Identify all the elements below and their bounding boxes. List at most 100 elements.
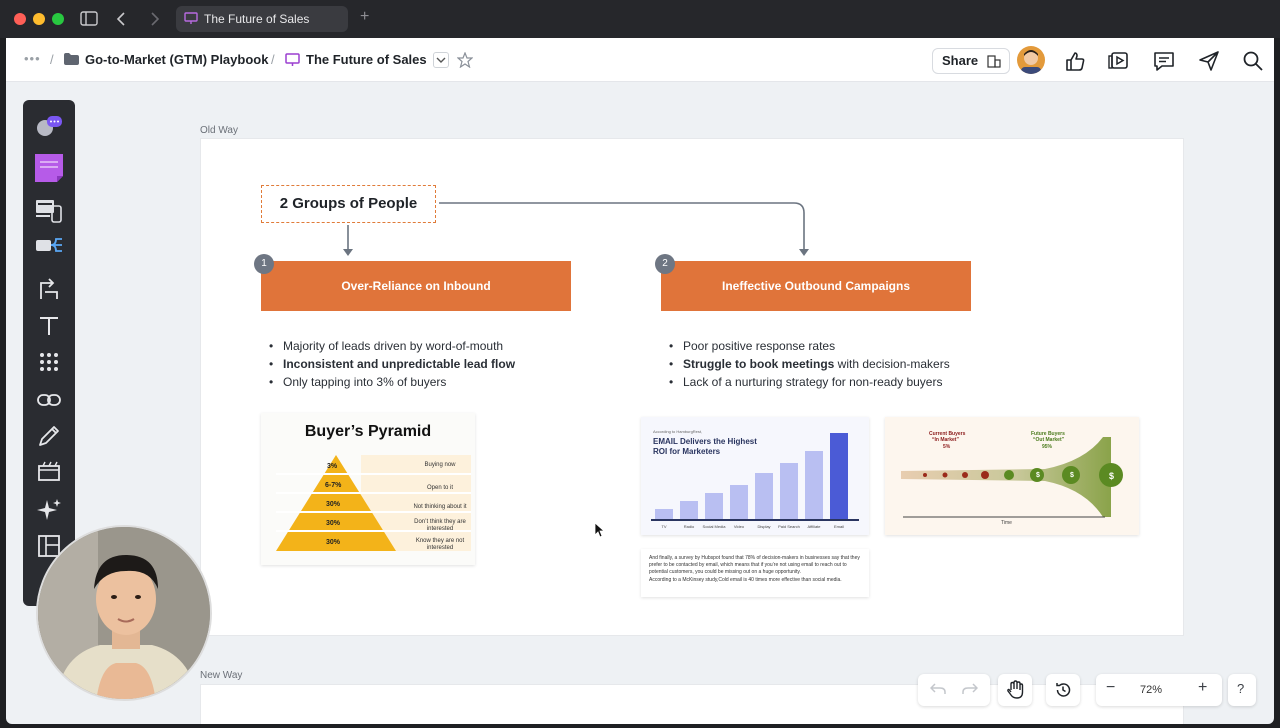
chart-category-label: Social Media	[702, 524, 726, 529]
chart-category-label: Paid Search	[778, 524, 800, 529]
diagram-root-node[interactable]: 2 Groups of People	[261, 185, 436, 223]
top-bar: ••• / Go-to-Market (GTM) Playbook / The …	[6, 38, 1274, 82]
more-menu-button[interactable]: •••	[24, 51, 41, 66]
over-reliance-box[interactable]: Over-Reliance on Inbound	[261, 261, 571, 311]
user-avatar[interactable]	[1017, 46, 1045, 74]
redo-icon[interactable]	[962, 682, 978, 696]
new-tab-button[interactable]: +	[360, 8, 369, 26]
buyers-pyramid-card[interactable]: Buyer’s Pyramid 3% 6-7% 30% 30% 30% Buyi…	[261, 413, 475, 565]
pyramid-level-label: Buying now	[424, 462, 456, 468]
mindmap-tool-icon[interactable]	[35, 232, 63, 260]
maximize-window-button[interactable]	[52, 13, 64, 25]
bullet-item: Majority of leads driven by word-of-mout…	[269, 337, 515, 355]
funnel-axis-label: Time	[1001, 520, 1012, 526]
webcam-overlay[interactable]	[36, 525, 212, 701]
frame-label-old-way[interactable]: Old Way	[200, 125, 238, 136]
help-icon: ?	[1237, 681, 1245, 696]
pen-tool-icon[interactable]	[35, 422, 63, 450]
frame-label-new-way[interactable]: New Way	[200, 670, 242, 681]
zoom-in-button[interactable]: +	[1198, 679, 1207, 697]
bullet-item: Inconsistent and unpredictable lead flow	[269, 355, 515, 373]
present-icon[interactable]	[1108, 50, 1130, 72]
pyramid-pct: 30%	[326, 539, 341, 546]
pyramid-level-label: Don’t think they are interested	[414, 519, 466, 532]
close-window-button[interactable]	[14, 13, 26, 25]
chart-bar	[705, 493, 723, 519]
ai-sparkle-icon[interactable]	[35, 496, 63, 524]
send-icon[interactable]	[1198, 50, 1220, 72]
pyramid-pct: 30%	[326, 520, 341, 527]
breadcrumb-separator: /	[50, 52, 54, 67]
pyramid-level-label: Open to it	[426, 485, 453, 491]
email-roi-bars	[651, 433, 859, 521]
step-badge-2: 2	[655, 254, 675, 274]
coin-icon: $	[1070, 472, 1074, 479]
link-tool-icon[interactable]	[35, 386, 63, 414]
forward-icon[interactable]	[150, 12, 160, 26]
chart-category-label: Email	[833, 524, 844, 529]
frame-tool-icon[interactable]	[35, 458, 63, 486]
hand-tool-button[interactable]	[998, 674, 1032, 706]
back-icon[interactable]	[116, 12, 126, 26]
email-roi-chart-card[interactable]: According to HamburgRest, EMAIL Delivers…	[641, 417, 869, 535]
coin-icon: $	[1109, 471, 1115, 481]
chart-category-label: Affiliate	[807, 524, 821, 529]
new-way-frame	[200, 684, 1184, 724]
chart-bar	[730, 485, 748, 519]
presentation-icon	[184, 12, 198, 24]
tab-the-future-of-sales[interactable]: The Future of Sales	[176, 6, 348, 32]
pyramid-pct: 6-7%	[325, 482, 342, 489]
text-tool-icon[interactable]	[35, 312, 63, 340]
pyramid-level-label: Know they are not interested	[415, 538, 465, 551]
funnel-graphic	[901, 437, 1123, 518]
outbound-bullets: Poor positive response rates Struggle to…	[669, 337, 950, 391]
page-options-button[interactable]	[433, 52, 449, 68]
history-button[interactable]	[1046, 674, 1080, 706]
share-button[interactable]: Share	[932, 48, 1010, 74]
avatar-face	[1021, 50, 1041, 74]
breadcrumb-page[interactable]: The Future of Sales	[306, 52, 427, 67]
step-badge-1: 1	[254, 254, 274, 274]
ineffective-outbound-box[interactable]: Ineffective Outbound Campaigns	[661, 261, 971, 311]
buyers-funnel-card[interactable]: Current Buyers “In Market” 5% Future Buy…	[885, 417, 1139, 535]
bullet-item: Struggle to book meetings with decision-…	[669, 355, 950, 373]
chart-category-label: Display	[757, 524, 771, 529]
connector-tool-icon[interactable]	[35, 276, 63, 304]
old-way-frame: 2 Groups of People Over-Reliance on Inbo…	[200, 138, 1184, 636]
zoom-out-button[interactable]: −	[1106, 679, 1115, 697]
inbound-bullets: Majority of leads driven by word-of-mout…	[269, 337, 515, 391]
shapes-tool-icon[interactable]	[35, 112, 63, 140]
star-icon[interactable]	[457, 52, 473, 68]
grid-tool-icon[interactable]	[35, 348, 63, 376]
breadcrumb-folder[interactable]: Go-to-Market (GTM) Playbook	[85, 52, 268, 67]
chart-bar	[780, 463, 798, 519]
search-icon[interactable]	[1242, 50, 1264, 72]
breadcrumb-separator: /	[271, 52, 275, 67]
building-icon	[987, 55, 1001, 68]
zoom-level[interactable]: 72%	[1140, 684, 1162, 696]
comment-icon[interactable]	[1153, 50, 1175, 72]
folder-icon	[64, 53, 79, 65]
coin-icon: $	[1036, 472, 1040, 479]
undo-redo-group	[918, 674, 990, 706]
history-icon	[1056, 683, 1071, 697]
sidebar-toggle-icon[interactable]	[80, 11, 98, 27]
sticky-note-tool-icon[interactable]	[33, 152, 65, 184]
pyramid-pct: 30%	[326, 501, 341, 508]
pyramid-level-label: Not thinking about it	[413, 504, 467, 510]
presentation-icon	[285, 53, 300, 66]
bullet-item: Only tapping into 3% of buyers	[269, 373, 515, 391]
device-frames-tool-icon[interactable]	[35, 196, 63, 224]
undo-icon[interactable]	[930, 682, 946, 696]
hand-icon	[1007, 680, 1024, 699]
mouse-cursor-icon	[594, 522, 606, 538]
thumbs-up-icon[interactable]	[1064, 50, 1086, 72]
bullet-item: Lack of a nurturing strategy for non-rea…	[669, 373, 950, 391]
share-label: Share	[942, 53, 979, 68]
chart-category-label: TV	[661, 524, 667, 529]
help-button[interactable]: ?	[1228, 674, 1256, 706]
email-stats-note[interactable]: And finally, a survey by Hubspot found t…	[641, 549, 869, 597]
window-titlebar: The Future of Sales +	[0, 0, 1280, 38]
chart-bar	[805, 451, 823, 519]
minimize-window-button[interactable]	[33, 13, 45, 25]
